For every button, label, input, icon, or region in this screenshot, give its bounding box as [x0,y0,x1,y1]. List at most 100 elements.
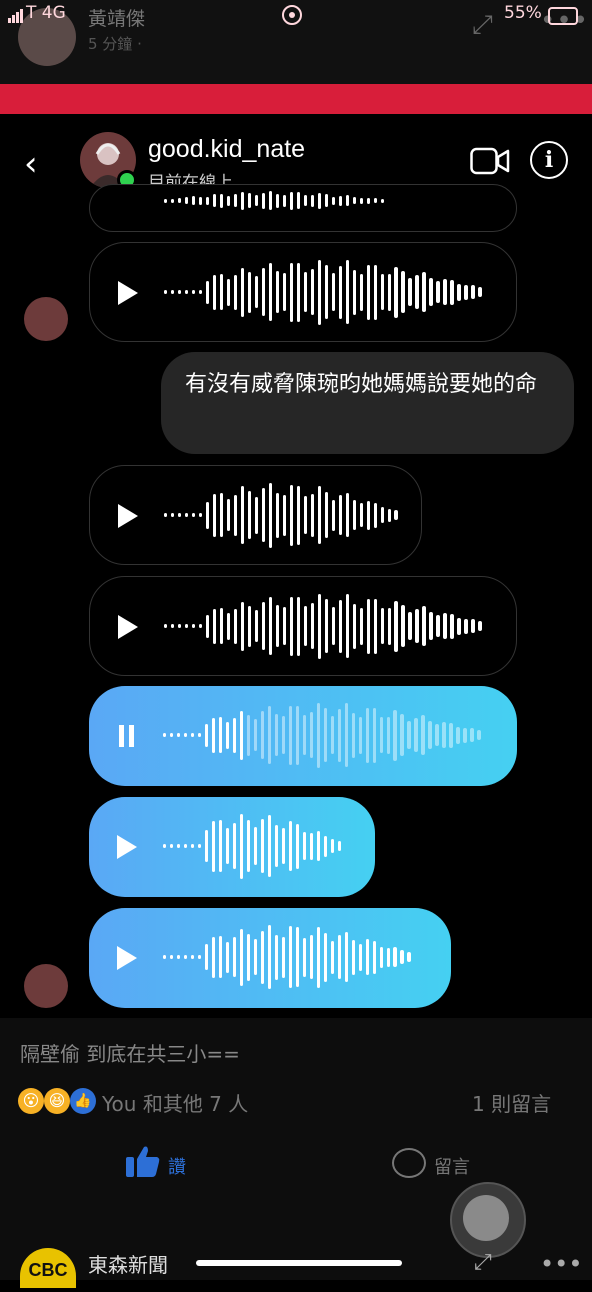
voice-message[interactable] [89,242,517,342]
waveform-bar [330,839,335,853]
more-options-icon[interactable]: ••• [540,1250,582,1278]
waveform-bar [177,290,182,294]
waveform-bar [394,510,398,520]
signal-icon [8,9,23,23]
waveform-bar [408,278,412,306]
waveform-bar [429,278,433,306]
waveform-bar [303,195,308,206]
play-icon[interactable] [117,835,137,859]
waveform-bar [240,601,245,651]
like-reaction-icon: 👍 [70,1088,96,1114]
like-button-label[interactable]: 讚 [168,1153,186,1179]
voice-message[interactable] [89,576,517,676]
voice-message[interactable] [89,908,451,1008]
waveform-bar [296,192,301,209]
waveform-bar [400,950,404,964]
waveform-bar [211,936,216,978]
expand-icon[interactable]: ⤢ [472,10,493,41]
waveform-bar [267,925,272,989]
voice-message-playing[interactable] [89,686,517,786]
waveform-bar [372,707,376,763]
waveform-bar [274,934,279,980]
waveform-bar [191,624,196,628]
waveform-bar [164,624,168,628]
waveform-bar [268,263,273,321]
home-indicator[interactable] [196,1260,402,1266]
waveform-bar [372,940,376,974]
waveform-bar [373,598,377,654]
waveform-bar [345,260,349,324]
waveform-bar [275,193,280,208]
waveform-bar [323,708,328,762]
waveform-bar [323,835,328,857]
carrier-label: T 4G [26,3,66,23]
page-name[interactable]: 東森新聞 [88,1249,168,1278]
sender-avatar[interactable] [24,964,68,1008]
voice-message[interactable] [89,797,375,897]
voice-message-partial[interactable] [89,184,517,232]
waveform-bar [274,714,279,756]
pause-icon[interactable] [119,725,135,747]
waveform-bar [239,710,244,760]
waveform-bar [380,507,384,523]
waveform-bar [449,722,453,748]
waveform-bar [345,594,349,658]
waveform-bar [226,195,231,206]
waveform-bar [253,827,258,865]
waveform-bar [239,813,244,879]
waveform-bar [296,262,301,322]
waveform-bar [281,936,286,978]
info-icon[interactable]: i [530,141,568,179]
waveform-bar [331,273,336,311]
waveform-bar [450,613,454,639]
waveform-bar [317,192,322,209]
waveform-bar [164,290,168,294]
video-call-icon[interactable] [470,147,510,175]
waveform-bar [359,197,363,204]
waveform-bar [268,482,273,548]
play-icon[interactable] [117,946,137,970]
sender-avatar[interactable] [24,297,68,341]
waveform-bar [288,705,293,765]
play-icon[interactable] [118,281,138,305]
waveform-bar [352,269,356,315]
waveform-bar [380,608,384,644]
play-icon[interactable] [118,615,138,639]
voice-message[interactable] [89,465,422,565]
waveform-bar [275,605,280,647]
voice-waveform [164,259,482,325]
like-icon[interactable] [126,1145,160,1177]
waveform-bar [289,484,294,546]
waveform-bar [205,280,210,304]
comment-icon[interactable] [392,1148,426,1178]
waveform-bar [254,496,259,534]
waveform-bar [204,723,209,747]
waveform-bar [177,198,182,203]
waveform-bar [317,593,322,659]
voice-waveform [164,482,398,548]
waveform-bar [183,733,188,737]
waveform-bar [170,513,175,517]
waveform-bar [317,259,322,325]
reactions-summary[interactable]: You 和其他 7 人 [102,1088,248,1117]
comment-count[interactable]: 1 則留言 [472,1088,551,1117]
waveform-bar [457,283,461,301]
fb-poster-name[interactable]: 黃靖傑 [88,4,145,31]
waveform-bar [190,955,195,959]
waveform-bar [338,195,342,206]
back-icon[interactable]: ‹ [24,144,38,184]
waveform-bar [177,513,182,517]
haha-reaction-icon: 😆 [44,1088,70,1114]
waveform-bar [351,939,355,975]
waveform-bar [261,268,266,316]
waveform-bar [254,276,259,308]
waveform-bar [324,194,329,207]
waveform-bar [268,191,273,210]
comment-button-label[interactable]: 留言 [434,1153,470,1179]
play-icon[interactable] [118,504,138,528]
expand-icon[interactable]: ⤢ [474,1250,492,1275]
wow-reaction-icon: 😮 [18,1088,44,1114]
contact-username[interactable]: good.kid_nate [148,135,305,164]
waveform-bar [212,194,217,207]
waveform-bar [435,724,439,746]
